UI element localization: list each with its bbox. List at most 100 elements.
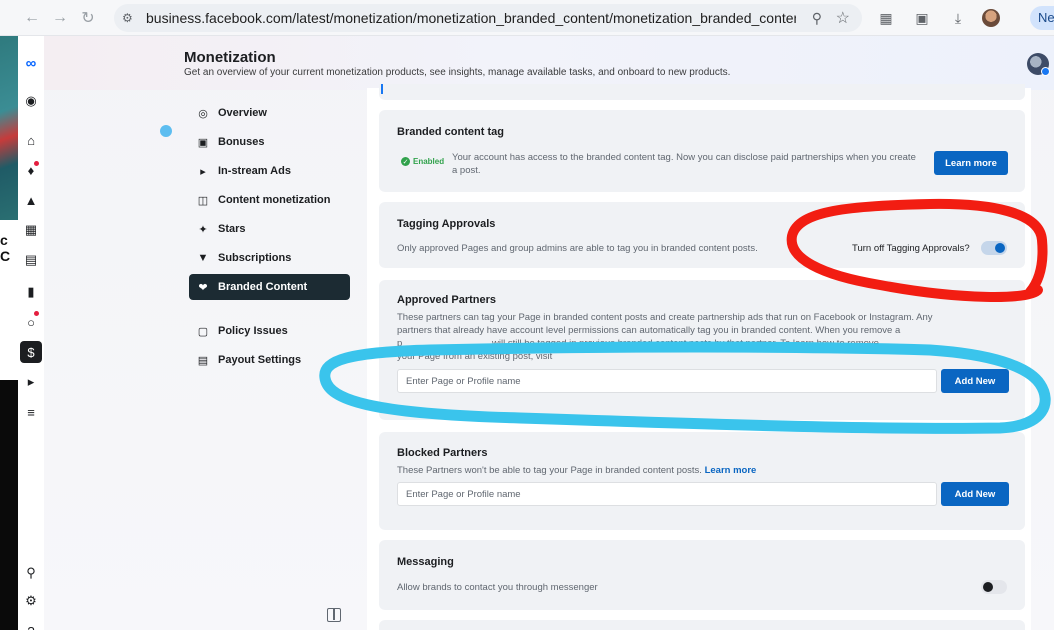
meta-logo-icon[interactable]: ∞ [22, 54, 40, 72]
sidebar-item-label: Payout Settings [218, 354, 302, 366]
card-description-line: These partners can tag your Page in bran… [397, 312, 933, 323]
back-arrow-icon[interactable]: ← [18, 4, 46, 32]
browser-profile-avatar[interactable] [982, 9, 1000, 27]
compass-icon[interactable]: ▲ [22, 191, 40, 209]
background-dark-panel [0, 380, 18, 630]
reload-icon[interactable]: ↻ [74, 4, 102, 32]
sidebar-item-subscriptions[interactable]: ▼ Subscriptions [189, 245, 350, 271]
tab-search-icon[interactable]: ▣ [910, 6, 934, 30]
tagging-approvals-toggle[interactable] [981, 241, 1007, 255]
shield-icon: ▼ [197, 252, 209, 264]
tagging-approvals-card: Tagging Approvals Only approved Pages an… [379, 202, 1025, 268]
sidebar-item-overview[interactable]: ◎ Overview [189, 100, 350, 126]
handshake-icon: ❤ [198, 281, 208, 294]
blocked-partner-search-input[interactable] [397, 482, 937, 506]
sidebar-item-in-stream-ads[interactable]: ▸ In-stream Ads [189, 158, 350, 184]
account-switcher-icon[interactable]: ◉ [22, 92, 40, 110]
notification-dot [34, 161, 39, 166]
status-badge-label: Enabled [413, 157, 445, 166]
url-text[interactable]: business.facebook.com/latest/monetizatio… [146, 10, 796, 26]
collapse-sidebar-icon[interactable] [327, 608, 341, 622]
page-title: Monetization [184, 49, 276, 66]
zoom-icon[interactable]: ⚲ [812, 10, 822, 27]
learn-more-link[interactable]: Learn more [705, 465, 757, 476]
card-title: Approved Partners [397, 294, 497, 306]
monetization-dollar-icon[interactable]: $ [20, 341, 42, 363]
sidebar-item-label: Content monetization [218, 194, 331, 206]
home-icon[interactable]: ⌂ [22, 131, 40, 149]
sidebar-item-label: In-stream Ads [218, 165, 291, 177]
download-icon[interactable]: ⤓ [946, 6, 970, 30]
calendar-icon[interactable]: ▦ [22, 221, 40, 239]
messaging-card: Messaging Allow brands to contact you th… [379, 540, 1025, 610]
approved-partners-card: Approved Partners These partners can tag… [379, 280, 1025, 420]
site-settings-icon[interactable]: ⚙ [122, 11, 140, 25]
profile-tab-pill[interactable]: Ne [1030, 6, 1054, 30]
settings-gear-icon[interactable]: ⚙ [22, 592, 40, 610]
star-icon: ✦ [198, 223, 208, 236]
blocked-partners-card: Blocked Partners These Partners won't be… [379, 432, 1025, 530]
inbox-dot [34, 311, 39, 316]
card-description-line: partners that already have account level… [397, 325, 901, 336]
sidebar-item-payout-settings[interactable]: ▤ Payout Settings [189, 347, 350, 373]
sidebar-item-branded-content[interactable]: ❤ Branded Content [189, 274, 350, 300]
toggle-knob [995, 243, 1005, 253]
facebook-badge-icon [1041, 67, 1050, 76]
previous-card [379, 84, 1025, 100]
card-description-line: p will still be tagged in previous brand… [397, 338, 879, 349]
policy-icon: ▢ [197, 325, 209, 338]
learn-more-button[interactable]: Learn more [934, 151, 1008, 175]
status-badge: ✓ Enabled [401, 157, 444, 166]
search-icon[interactable]: ⚲ [22, 564, 40, 582]
browser-toolbar: ← → ↻ ⚙ business.facebook.com/latest/mon… [0, 0, 1054, 36]
sidebar-item-policy-issues[interactable]: ▢ Policy Issues [189, 318, 350, 344]
branded-content-settings: Branded content tag ✓ Enabled Your accou… [367, 84, 1031, 630]
status-dot [160, 125, 172, 137]
card-description-text: These Partners won't be able to tag your… [397, 465, 702, 476]
check-circle-icon: ✓ [401, 157, 410, 166]
megaphone-icon: ▸ [200, 165, 206, 178]
extensions-icon[interactable]: ▦ [874, 6, 898, 30]
card-title: Blocked Partners [397, 447, 488, 459]
business-suite-main: Monetization Get an overview of your cur… [44, 36, 1054, 630]
gift-icon: ▣ [197, 136, 209, 149]
sidebar-item-label: Branded Content [218, 281, 308, 293]
sidebar-item-label: Overview [218, 107, 267, 119]
card-accent [381, 84, 383, 94]
address-bar[interactable]: ⚙ business.facebook.com/latest/monetizat… [114, 4, 862, 32]
sidebar-item-label: Policy Issues [218, 325, 288, 337]
insights-icon[interactable]: ▮ [22, 283, 40, 301]
next-card [379, 620, 1025, 630]
content-icon: ◫ [197, 194, 209, 207]
card-description: Allow brands to contact you through mess… [397, 582, 598, 593]
toggle-knob [983, 582, 993, 592]
card-title: Tagging Approvals [397, 218, 496, 230]
approved-partner-search-input[interactable] [397, 369, 937, 393]
sidebar-item-label: Bonuses [218, 136, 265, 148]
branded-content-tag-card: Branded content tag ✓ Enabled Your accou… [379, 110, 1025, 192]
sidebar-item-stars[interactable]: ✦ Stars [189, 216, 350, 242]
card-title: Branded content tag [397, 126, 504, 138]
sidebar-item-label: Subscriptions [218, 252, 292, 264]
background-window-strip: c C [0, 36, 18, 630]
ads-megaphone-icon[interactable]: ▸ [22, 373, 40, 391]
messaging-toggle[interactable] [981, 580, 1007, 594]
menu-hamburger-icon[interactable]: ≡ [22, 403, 40, 421]
add-approved-partner-button[interactable]: Add New [941, 369, 1009, 393]
sidebar-item-label: Stars [218, 223, 246, 235]
card-description: Only approved Pages and group admins are… [397, 243, 758, 254]
add-blocked-partner-button[interactable]: Add New [941, 482, 1009, 506]
card-title: Messaging [397, 556, 454, 568]
content-library-icon[interactable]: ▤ [22, 251, 40, 269]
overview-icon: ◎ [198, 107, 208, 120]
sidebar-item-content-monetization[interactable]: ◫ Content monetization [189, 187, 350, 213]
bookmark-star-icon[interactable]: ☆ [836, 8, 850, 28]
page-header: Monetization Get an overview of your cur… [44, 36, 1054, 90]
forward-arrow-icon[interactable]: → [46, 4, 74, 32]
help-icon[interactable]: ? [22, 622, 40, 630]
background-text: c C [0, 232, 11, 264]
sidebar-item-bonuses[interactable]: ▣ Bonuses [189, 129, 350, 155]
meta-nav-rail: ∞ ◉ ⌂ ♦ ▲ ▦ ▤ ▮ ○ $ ▸ ≡ ⚲ ⚙ ? [18, 36, 44, 630]
background-photo [0, 36, 18, 220]
card-description: These Partners won't be able to tag your… [397, 464, 756, 477]
